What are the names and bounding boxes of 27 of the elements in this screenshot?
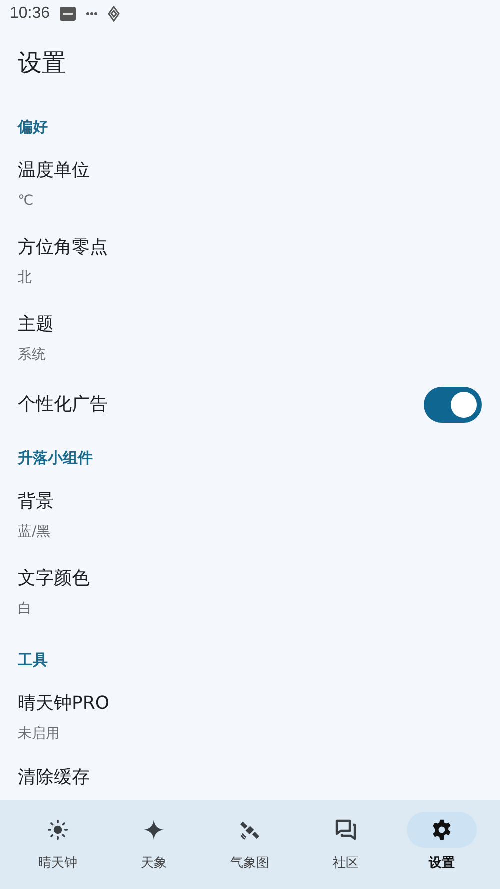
setting-item[interactable]: 清除缓存 (0, 760, 500, 790)
nav-tab[interactable]: 天象 (106, 800, 202, 889)
page-title: 设置 (17, 48, 67, 79)
sun-icon (47, 819, 69, 841)
setting-item[interactable]: 背景 蓝/黑 (0, 481, 500, 558)
setting-label: 个性化广告 (18, 393, 108, 417)
chat-icon (334, 818, 358, 842)
setting-item[interactable]: 方位角零点 北 (0, 227, 500, 304)
nav-tab[interactable]: 社区 (298, 800, 394, 889)
diamond-icon (108, 6, 120, 22)
notification-icon (60, 7, 76, 21)
setting-item[interactable]: 主题 系统 (0, 304, 500, 381)
nav-tab[interactable]: 气象图 (202, 800, 298, 889)
section-header: 工具 (17, 650, 49, 671)
settings-icon (431, 819, 453, 841)
section-header: 升落小组件 (16, 448, 94, 469)
more-icon (86, 12, 98, 16)
setting-item[interactable]: 温度单位 ℃ (0, 150, 500, 227)
setting-item[interactable]: 文字颜色 白 (0, 558, 500, 635)
sparkle-icon (143, 819, 165, 841)
setting-item[interactable]: 晴天钟PRO 未启用 (0, 683, 500, 760)
status-time: 10:36 (10, 5, 50, 23)
satellite-icon (239, 819, 261, 841)
section-header: 偏好 (16, 117, 49, 138)
toggle-switch[interactable] (424, 387, 482, 423)
nav-tab[interactable]: 设置 (394, 800, 490, 889)
nav-tab[interactable]: 晴天钟 (10, 800, 106, 889)
